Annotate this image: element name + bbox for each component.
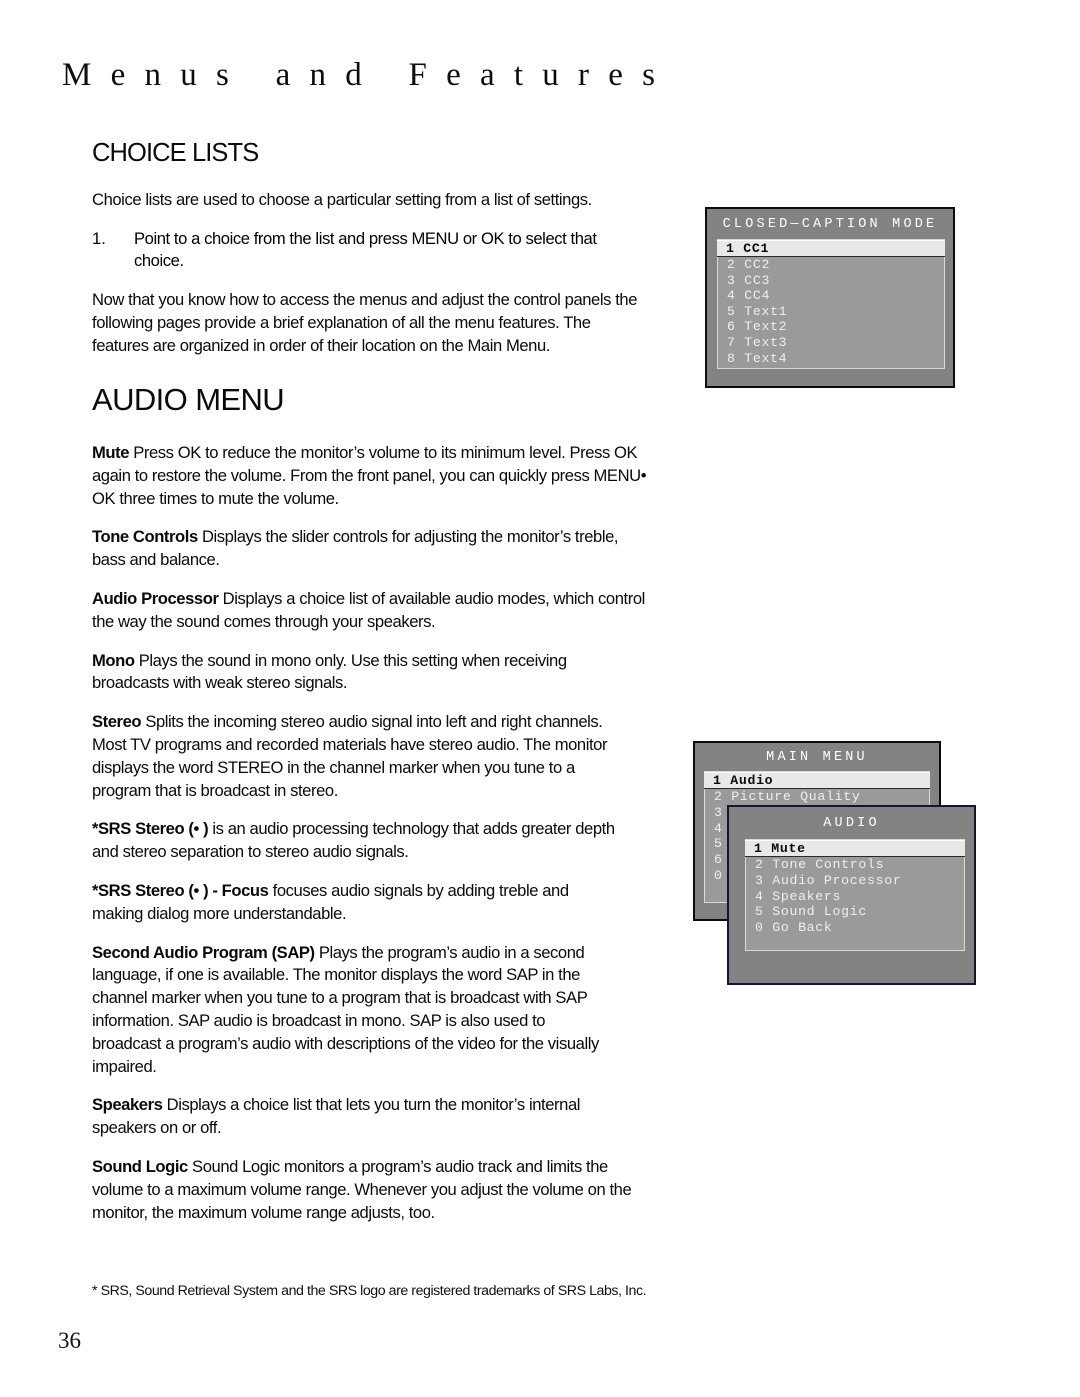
osd-audio-menu: AUDIO 1 Mute 2 Tone Controls 3 Audio Proce… (727, 805, 976, 985)
entry-term-srs-stereo: *SRS Stereo (• ) (92, 819, 209, 839)
osd-list-audio-menu[interactable]: 1 Mute 2 Tone Controls 3 Audio Processor 4 … (745, 839, 965, 951)
menus-overview-paragraph: Now that you know how to access the menu… (92, 290, 638, 355)
entry-body-sap: Plays the program’s audio in a second la… (92, 942, 599, 1076)
osd-row-selected[interactable]: 1 Audio (704, 772, 930, 789)
entry-term-mono: Mono (92, 650, 135, 670)
step-number: 1. (92, 228, 106, 248)
choice-lists-intro: Choice lists are used to choose a partic… (92, 189, 592, 209)
entry-audio-processor: Audio Processor Displays a choice list o… (92, 588, 648, 634)
osd-list-closed-caption[interactable]: 1 CC1 2 CC2 3 CC3 4 CC4 5 Text1 6 Text2 7 Text… (717, 239, 945, 369)
osd-row[interactable]: 3 Audio Processor (746, 873, 964, 889)
page-number: 36 (58, 1328, 81, 1353)
entry-body-mono: Plays the sound in mono only. Use this s… (92, 650, 567, 693)
osd-row[interactable]: 2 Tone Controls (746, 857, 964, 873)
osd-title-main-menu: MAIN MENU (766, 750, 868, 765)
osd-title-closed-caption: CLOSED—CAPTION MODE (722, 217, 938, 232)
entry-tone-controls: Tone Controls Displays the slider contro… (92, 526, 648, 572)
osd-row[interactable]: 4 CC4 (718, 288, 944, 304)
osd-closed-caption-mode: CLOSED—CAPTION MODE 1 CC1 2 CC2 3 CC3 4 CC4… (705, 207, 955, 388)
entry-srs-stereo-focus: *SRS Stereo (• ) - Focus focuses audio s… (92, 880, 616, 926)
osd-row-selected[interactable]: 1 Mute (745, 840, 965, 857)
choice-lists-step-1: 1. Point to a choice from the list and p… (92, 228, 648, 274)
osd-row[interactable]: 8 Text4 (718, 351, 944, 367)
step-text: Point to a choice from the list and pres… (134, 228, 597, 271)
osd-title-audio-menu: AUDIO (823, 816, 880, 831)
osd-row[interactable]: 3 CC3 (718, 273, 944, 289)
osd-row[interactable]: 5 Text1 (718, 304, 944, 320)
osd-row[interactable]: 5 Sound Logic (746, 904, 964, 920)
section-heading-choice-lists: CHOICE LISTS (92, 139, 259, 167)
entry-body-stereo: Splits the incoming stereo audio signal … (92, 712, 608, 800)
entry-srs-stereo: *SRS Stereo (• ) is an audio processing … (92, 818, 616, 864)
entry-body-mute: Press OK to reduce the monitor’s volume … (92, 443, 647, 508)
osd-row[interactable]: 7 Text3 (718, 335, 944, 351)
content-column: CHOICE LISTS Choice lists are used to ch… (92, 140, 648, 1224)
entry-term-sap: Second Audio Program (SAP) (92, 942, 315, 962)
osd-row[interactable]: 2 Picture Quality (705, 789, 929, 805)
section-heading-audio-menu: AUDIO MENU (92, 381, 285, 417)
srs-trademark-footnote: * SRS, Sound Retrieval System and the SR… (92, 1283, 647, 1299)
osd-row[interactable]: 0 Go Back (746, 920, 964, 936)
osd-row[interactable]: 6 Text2 (718, 319, 944, 335)
entry-body-speakers: Displays a choice list that lets you tur… (92, 1095, 581, 1138)
entry-term-stereo: Stereo (92, 712, 142, 732)
entry-term-audio-processor: Audio Processor (92, 589, 219, 609)
entry-term-sound-logic: Sound Logic (92, 1157, 188, 1177)
entry-term-tone-controls: Tone Controls (92, 527, 198, 547)
running-head: M e n u s a n d F e a t u r e s (62, 57, 661, 93)
entry-mute: Mute Press OK to reduce the monitor’s vo… (92, 442, 648, 510)
entry-speakers: Speakers Displays a choice list that let… (92, 1094, 648, 1140)
entry-term-mute: Mute (92, 443, 130, 463)
manual-page: M e n u s a n d F e a t u r e s CHOICE L… (0, 0, 1080, 1397)
entry-sound-logic: Sound Logic Sound Logic monitors a progr… (92, 1156, 648, 1224)
entry-mono: Mono Plays the sound in mono only. Use t… (92, 650, 616, 696)
entry-term-srs-stereo-focus: *SRS Stereo (• ) - Focus (92, 881, 269, 901)
entry-sap: Second Audio Program (SAP) Plays the pro… (92, 942, 616, 1079)
osd-row[interactable]: 2 CC2 (718, 257, 944, 273)
osd-row[interactable]: 4 Speakers (746, 889, 964, 905)
entry-term-speakers: Speakers (92, 1095, 163, 1115)
entry-stereo: Stereo Splits the incoming stereo audio … (92, 711, 616, 802)
osd-row-selected[interactable]: 1 CC1 (717, 240, 945, 257)
